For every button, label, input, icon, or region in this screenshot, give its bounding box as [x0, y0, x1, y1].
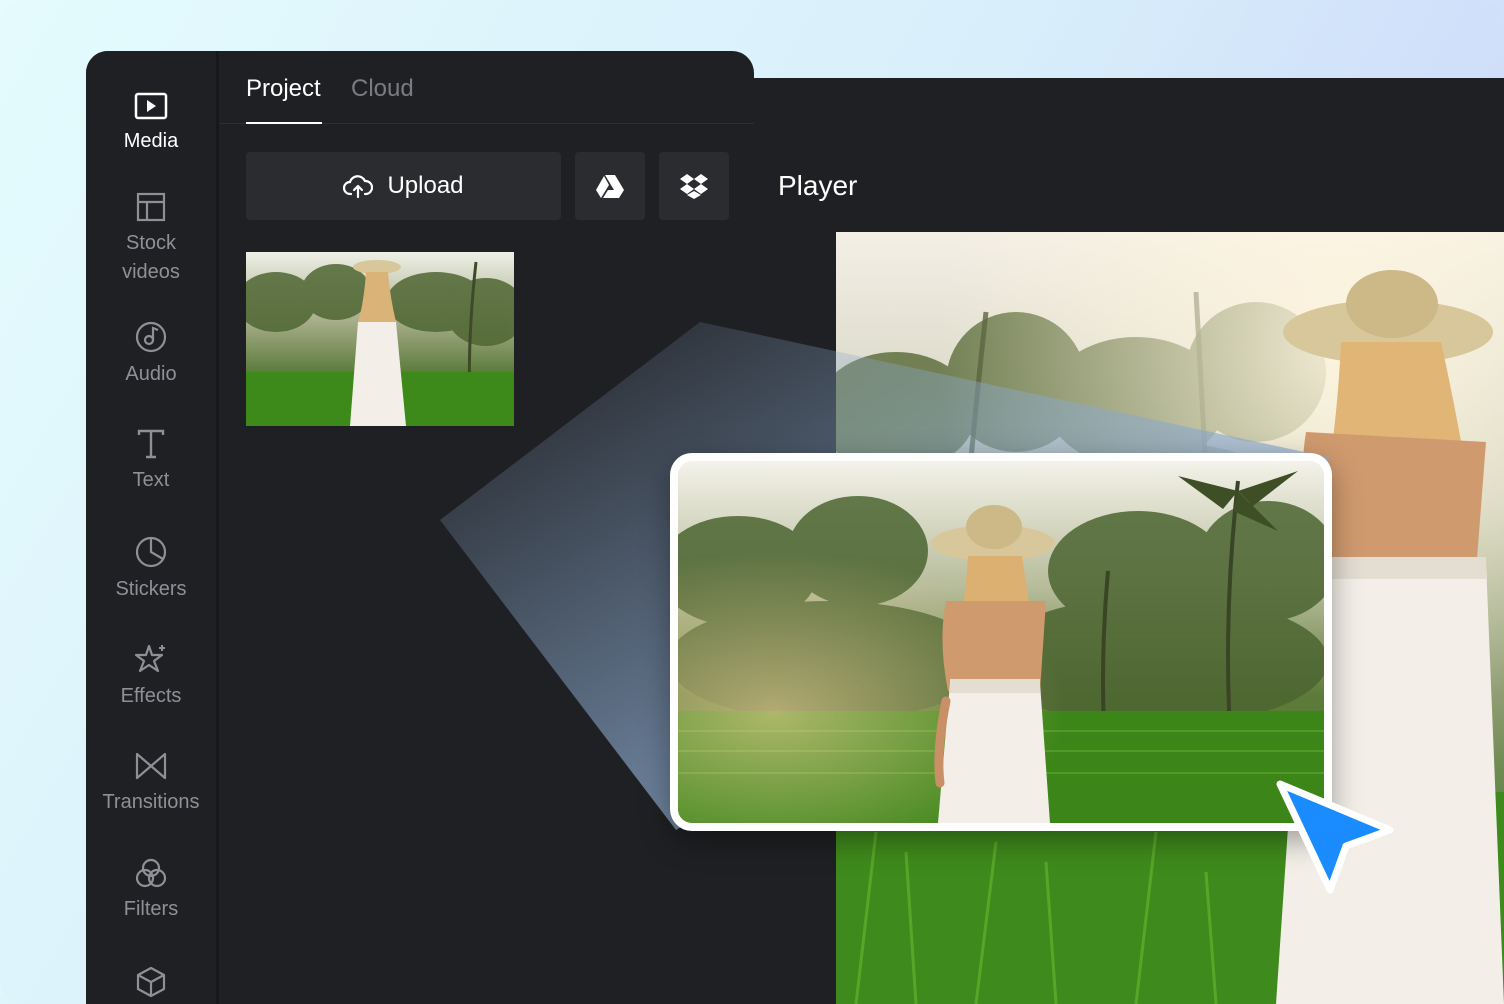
- zoom-preview-popup: [670, 453, 1332, 831]
- mouse-cursor-icon: [1276, 780, 1394, 894]
- zoom-preview-image: [678, 461, 1324, 823]
